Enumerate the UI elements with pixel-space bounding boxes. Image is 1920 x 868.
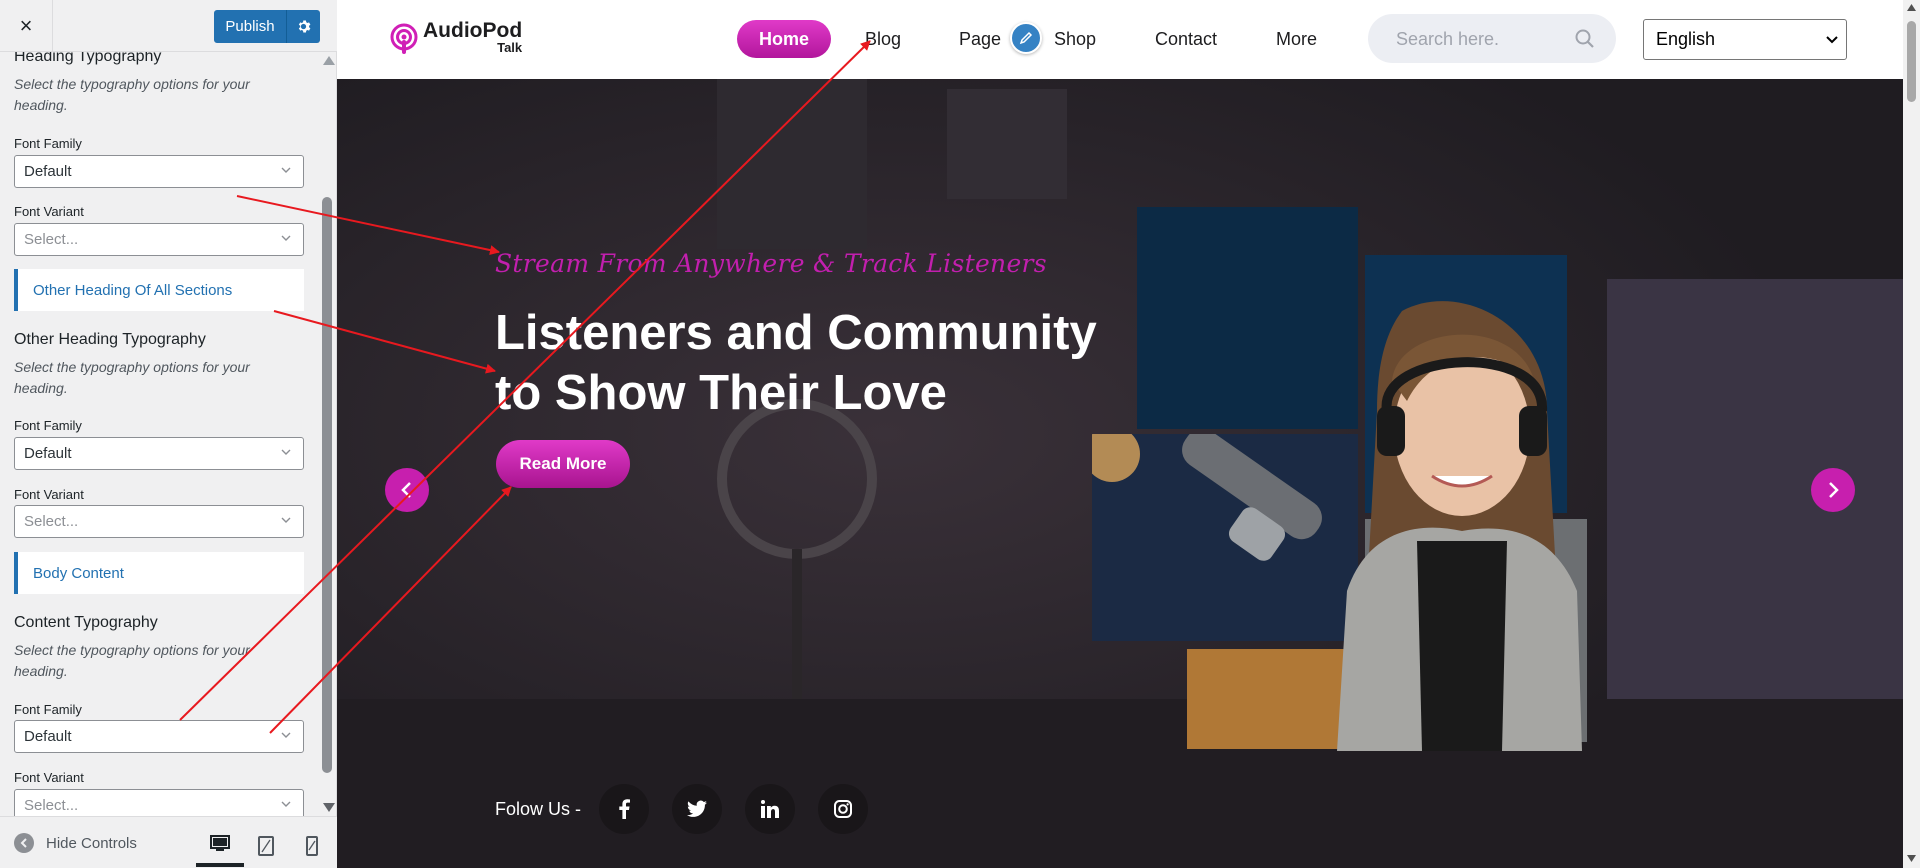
scroll-up-arrow-icon[interactable] [1907,4,1916,11]
follow-us-label: Folow Us - [495,798,582,819]
facebook-icon [619,799,631,819]
content-font-variant-select[interactable]: Select... [14,789,304,816]
facebook-link[interactable] [599,784,650,834]
chevron-down-icon [281,449,291,455]
search-box [1368,14,1616,63]
heading-font-variant-placeholder: Select... [24,231,79,248]
heading-font-variant-select[interactable]: Select... [14,223,304,256]
other-heading-font-variant-placeholder: Select... [24,513,79,530]
collapse-icon [14,833,34,853]
chevron-down-icon [281,801,291,807]
slider-next-button[interactable] [1811,468,1855,512]
close-customizer-button[interactable]: × [0,0,53,52]
hero-slider: Stream From Anywhere & Track Listeners L… [337,79,1903,868]
hero-title: Listeners and Community to Show Their Lo… [495,306,1097,420]
content-typography-description: Select the typography options for your h… [14,642,250,679]
content-font-variant-label: Font Variant [14,770,84,785]
podcast-logo-icon [390,23,418,54]
gear-icon [298,20,311,33]
tablet-icon [258,836,274,856]
chevron-down-icon [281,732,291,738]
preview-scrollbar[interactable] [1903,0,1920,868]
customizer-footer: Hide Controls [0,816,337,868]
customizer-sidebar: × Publish Heading Typography Select the … [0,0,337,868]
podcaster-photo-collage [1092,156,1737,856]
other-heading-font-variant-select[interactable]: Select... [14,505,304,538]
preview-desktop-button[interactable] [196,825,244,867]
slider-prev-button[interactable] [385,468,429,512]
preview-mobile-button[interactable] [288,825,336,867]
nav-contact[interactable]: Contact [1155,20,1217,58]
other-heading-typography-description: Select the typography options for your h… [14,359,250,396]
site-header: AudioPod Talk Home Blog Page Shop Contac… [337,0,1903,79]
instagram-link[interactable] [818,784,869,834]
scroll-thumb[interactable] [322,197,332,773]
nav-shop[interactable]: Shop [1054,20,1096,58]
body-content-section-bar: Body Content [14,552,304,594]
heading-font-family-select[interactable]: Default [14,155,304,188]
podcaster-woman-image [1337,301,1582,751]
search-icon[interactable] [1574,28,1596,50]
customizer-scrollbar[interactable] [320,52,335,816]
mobile-icon [306,836,318,856]
heading-typography-description: Select the typography options for your h… [14,76,250,113]
read-more-button[interactable]: Read More [496,440,630,488]
publish-button[interactable]: Publish [214,10,286,43]
chevron-down-icon [281,517,291,523]
edit-shortcut-pencil-icon[interactable] [1010,22,1042,54]
twitter-icon [687,800,708,817]
customizer-header: × Publish [0,0,337,52]
other-heading-section-bar: Other Heading Of All Sections [14,269,304,311]
heading-font-family-label: Font Family [14,136,82,151]
chevron-right-icon [1829,482,1839,498]
publish-settings-button[interactable] [286,10,320,43]
follow-us: Folow Us - [495,784,891,834]
preview-scroll-thumb[interactable] [1907,21,1916,102]
content-font-family-value: Default [24,728,72,745]
other-heading-font-family-label: Font Family [14,418,82,433]
content-font-family-label: Font Family [14,702,82,717]
hero-subtitle: Stream From Anywhere & Track Listeners [495,249,1047,278]
scroll-down-arrow-icon[interactable] [1907,855,1916,862]
chevron-down-icon [281,167,291,173]
heading-font-family-value: Default [24,163,72,180]
site-preview: AudioPod Talk Home Blog Page Shop Contac… [337,0,1920,868]
other-heading-typography-title: Other Heading Typography [14,331,206,348]
other-heading-font-family-select[interactable]: Default [14,437,304,470]
heading-typography-title: Heading Typography [14,52,162,65]
preview-tablet-button[interactable] [242,825,290,867]
nav-blog[interactable]: Blog [865,20,901,58]
logo-name: AudioPod [423,19,523,42]
hide-controls-button[interactable]: Hide Controls [14,833,137,853]
hide-controls-label: Hide Controls [46,834,137,852]
chevron-down-icon [281,235,291,241]
other-heading-font-family-value: Default [24,445,72,462]
content-font-family-select[interactable]: Default [14,720,304,753]
nav-home[interactable]: Home [737,20,831,58]
nav-more[interactable]: More [1276,20,1317,58]
site-logo[interactable]: AudioPod Talk [389,19,523,56]
chevron-down-icon [1826,36,1838,44]
language-value: English [1656,29,1716,49]
heading-font-variant-label: Font Variant [14,204,84,219]
linkedin-icon [761,800,780,818]
other-heading-font-variant-label: Font Variant [14,487,84,502]
language-select[interactable]: English [1643,19,1847,60]
search-input[interactable] [1396,26,1576,52]
desktop-icon [210,835,230,851]
nav-page[interactable]: Page [959,20,1001,58]
linkedin-link[interactable] [745,784,796,834]
content-typography-title: Content Typography [14,614,158,631]
customizer-controls: Heading Typography Select the typography… [0,52,320,816]
chevron-left-icon [401,482,411,498]
twitter-link[interactable] [672,784,723,834]
content-font-variant-placeholder: Select... [24,797,79,814]
instagram-icon [834,800,853,818]
scroll-down-arrow-icon[interactable] [323,803,335,812]
scroll-up-arrow-icon[interactable] [323,56,335,65]
publish-group: Publish [214,10,320,43]
